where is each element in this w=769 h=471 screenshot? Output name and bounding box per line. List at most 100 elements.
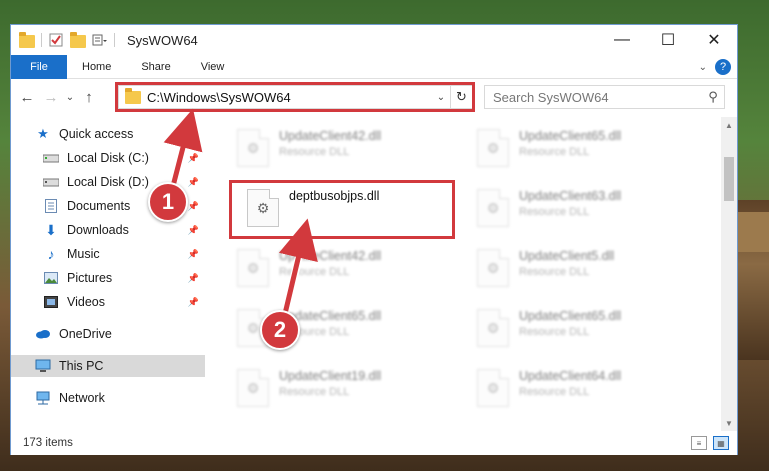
dll-file-icon: ⚙ — [477, 369, 509, 407]
search-box[interactable]: Search SysWOW64 ⚲ — [484, 85, 725, 109]
file-item[interactable]: ⚙ UpdateClient65.dll Resource DLL — [471, 123, 701, 177]
sidebar-item-label: This PC — [59, 359, 104, 373]
large-icons-view-icon[interactable]: ▦ — [713, 436, 729, 450]
search-input[interactable]: Search SysWOW64 — [493, 90, 702, 105]
download-icon: ⬇ — [45, 221, 57, 238]
folder-icon — [19, 32, 35, 48]
star-icon: ★ — [37, 126, 49, 141]
drive-icon — [43, 175, 59, 189]
minimize-button[interactable]: — — [599, 25, 645, 55]
sidebar-item-this-pc[interactable]: This PC — [11, 355, 205, 377]
file-item-target[interactable]: ⚙ deptbusobjps.dll — [241, 183, 471, 237]
pin-icon[interactable]: 📌 — [188, 153, 199, 164]
sidebar-item-pictures[interactable]: Pictures 📌 — [11, 267, 205, 289]
toolbar-separator — [41, 33, 42, 47]
details-view-icon[interactable]: ≡ — [691, 436, 707, 450]
file-type: Resource DLL — [519, 326, 590, 338]
address-bar[interactable]: C:\Windows\SysWOW64 ⌄ ↻ — [118, 85, 473, 109]
sidebar-item-music[interactable]: ♪ Music 📌 — [11, 243, 205, 265]
window-title: SysWOW64 — [127, 32, 198, 48]
sidebar-item-label: Local Disk (D:) — [67, 175, 149, 189]
scroll-thumb[interactable] — [724, 157, 734, 201]
file-item[interactable]: ⚙ UpdateClient19.dll Resource DLL — [231, 363, 461, 417]
sidebar-item-label: Local Disk (C:) — [67, 151, 149, 165]
forward-button[interactable]: → — [39, 89, 63, 106]
picture-icon — [43, 271, 59, 285]
vertical-scrollbar[interactable]: ▲ ▼ — [721, 117, 737, 431]
file-name: UpdateClient64.dll — [519, 369, 622, 383]
dll-file-icon: ⚙ — [237, 129, 269, 167]
pin-icon[interactable]: 📌 — [188, 225, 199, 236]
up-button[interactable]: ↑ — [77, 89, 101, 106]
tab-home[interactable]: Home — [67, 55, 126, 79]
file-item[interactable]: ⚙ UpdateClient42.dll Resource DLL — [231, 123, 461, 177]
item-count: 173 items — [23, 437, 73, 449]
file-name: UpdateClient5.dll — [519, 249, 615, 263]
file-name: UpdateClient65.dll — [519, 309, 622, 323]
file-item[interactable]: ⚙ UpdateClient65.dll Resource DLL — [471, 303, 701, 357]
file-item[interactable]: ⚙ UpdateClient64.dll Resource DLL — [471, 363, 701, 417]
new-folder-icon[interactable] — [70, 32, 86, 48]
recent-locations-button[interactable]: ⌄ — [63, 92, 77, 103]
sidebar-item-videos[interactable]: Videos 📌 — [11, 291, 205, 313]
sidebar-item-downloads[interactable]: ⬇ Downloads 📌 — [11, 219, 205, 241]
network-icon — [35, 391, 51, 405]
file-item[interactable]: ⚙ UpdateClient63.dll Resource DLL — [471, 183, 701, 237]
refresh-button[interactable]: ↻ — [450, 86, 472, 108]
dll-file-icon: ⚙ — [237, 249, 269, 287]
chevron-down-icon[interactable]: ⌄ — [699, 62, 707, 73]
sidebar-item-local-disk-c[interactable]: Local Disk (C:) 📌 — [11, 147, 205, 169]
file-type: Resource DLL — [519, 266, 590, 278]
pin-icon[interactable]: 📌 — [188, 249, 199, 260]
back-button[interactable]: ← — [15, 89, 39, 106]
sidebar-item-label: OneDrive — [59, 327, 112, 341]
sidebar-item-quick-access[interactable]: ★ Quick access — [11, 123, 205, 145]
ribbon-right: ⌄ ? — [699, 59, 731, 75]
pin-icon[interactable]: 📌 — [188, 273, 199, 284]
dll-file-icon: ⚙ — [477, 129, 509, 167]
computer-icon — [35, 359, 51, 373]
maximize-button[interactable]: ☐ — [645, 25, 691, 55]
scroll-down-icon[interactable]: ▼ — [721, 415, 737, 431]
dll-file-icon: ⚙ — [477, 189, 509, 227]
help-button[interactable]: ? — [715, 59, 731, 75]
folder-icon — [125, 87, 141, 104]
dll-file-icon: ⚙ — [477, 309, 509, 347]
scroll-up-icon[interactable]: ▲ — [721, 117, 737, 133]
dll-file-icon: ⚙ — [247, 189, 279, 227]
pin-icon[interactable]: 📌 — [188, 201, 199, 212]
file-type: Resource DLL — [519, 206, 590, 218]
sidebar-item-label: Downloads — [67, 223, 129, 237]
close-button[interactable]: ✕ — [691, 25, 737, 55]
file-type: Resource DLL — [279, 386, 350, 398]
title-bar: SysWOW64 — ☐ ✕ — [11, 25, 737, 55]
customize-toolbar-icon[interactable] — [92, 32, 108, 48]
pin-icon[interactable]: 📌 — [188, 177, 199, 188]
step-badge-1: 1 — [148, 182, 188, 222]
window-controls: — ☐ ✕ — [599, 25, 737, 55]
tab-share[interactable]: Share — [126, 55, 185, 79]
search-icon[interactable]: ⚲ — [702, 89, 724, 105]
address-path[interactable]: C:\Windows\SysWOW64 — [147, 90, 432, 105]
file-name: UpdateClient19.dll — [279, 369, 382, 383]
file-item[interactable]: ⚙ UpdateClient42.dll Resource DLL — [231, 243, 461, 297]
file-type: Resource DLL — [519, 146, 590, 158]
file-item[interactable]: ⚙ UpdateClient5.dll Resource DLL — [471, 243, 701, 297]
tab-view[interactable]: View — [186, 55, 240, 79]
video-icon — [43, 295, 59, 309]
sidebar-item-network[interactable]: Network — [11, 387, 205, 409]
file-type: Resource DLL — [279, 146, 350, 158]
dll-file-icon: ⚙ — [237, 369, 269, 407]
file-list: ⚙ UpdateClient42.dll Resource DLL ⚙ Updat… — [213, 117, 721, 431]
pin-icon[interactable]: 📌 — [188, 297, 199, 308]
address-dropdown-button[interactable]: ⌄ — [432, 92, 450, 103]
file-name: UpdateClient63.dll — [519, 189, 622, 203]
drive-icon — [43, 151, 59, 165]
sidebar-item-onedrive[interactable]: OneDrive — [11, 323, 205, 345]
music-icon: ♪ — [47, 246, 55, 262]
sidebar-item-label: Quick access — [59, 127, 134, 141]
properties-icon[interactable] — [48, 32, 64, 48]
file-name: deptbusobjps.dll — [289, 189, 380, 203]
tab-file[interactable]: File — [11, 54, 67, 79]
status-bar: 173 items ≡ ▦ — [11, 431, 737, 455]
